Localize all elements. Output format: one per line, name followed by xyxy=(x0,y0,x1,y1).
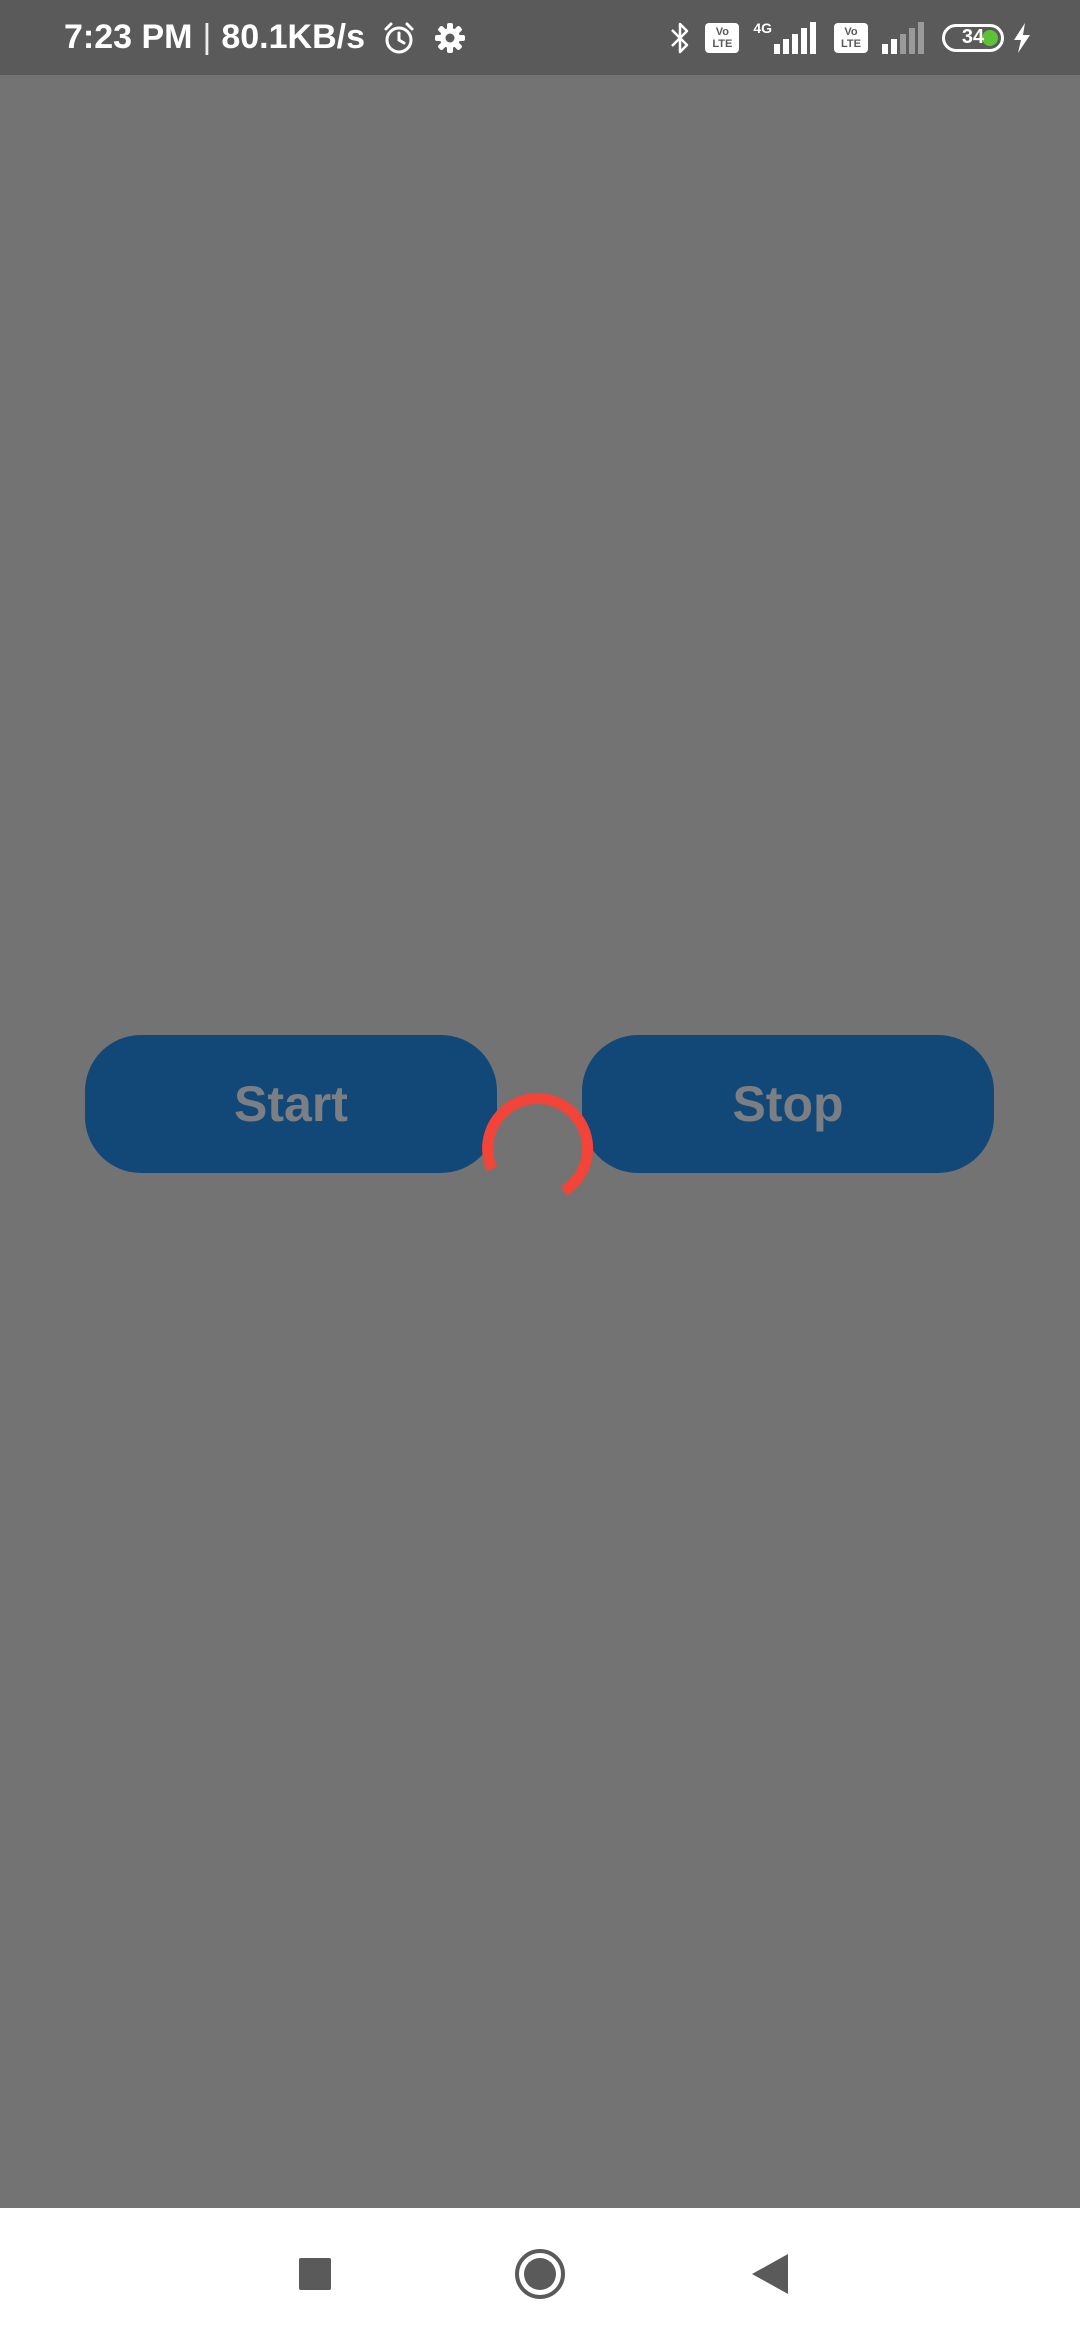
signal-icon xyxy=(882,21,928,54)
bluetooth-icon xyxy=(669,21,691,55)
square-icon xyxy=(299,2258,331,2290)
stop-button[interactable]: Stop xyxy=(582,1035,994,1173)
navigation-bar xyxy=(0,2208,1080,2340)
battery-level: 34 xyxy=(961,26,985,48)
home-button[interactable] xyxy=(505,2208,575,2340)
status-left: 7:23 PM | 80.1KB/s xyxy=(64,0,467,75)
circle-icon xyxy=(514,2248,566,2300)
volte-badge-1: Vo LTE xyxy=(705,22,740,53)
bolt-icon xyxy=(1012,22,1032,53)
battery-fill xyxy=(982,29,998,46)
status-time: 7:23 PM xyxy=(64,18,193,56)
battery-indicator: 34 xyxy=(942,23,1004,52)
network-type: 4G xyxy=(753,19,772,36)
volte-badge-2: Vo LTE xyxy=(834,22,868,53)
gear-icon xyxy=(433,21,467,55)
status-separator: | xyxy=(202,18,212,56)
status-right: Vo LTE 4G Vo LTE 34 xyxy=(669,0,1032,75)
loading-spinner xyxy=(480,1085,600,1205)
start-button[interactable]: Start xyxy=(85,1035,497,1173)
back-button[interactable] xyxy=(735,2208,805,2340)
recents-button[interactable] xyxy=(280,2208,350,2340)
network-speed: 80.1KB/s xyxy=(221,18,365,56)
status-bar: 7:23 PM | 80.1KB/s Vo LTE 4G Vo LTE 34 xyxy=(0,0,1080,75)
alarm-icon xyxy=(381,20,417,56)
signal-icon xyxy=(774,21,820,54)
triangle-icon xyxy=(752,2254,788,2294)
